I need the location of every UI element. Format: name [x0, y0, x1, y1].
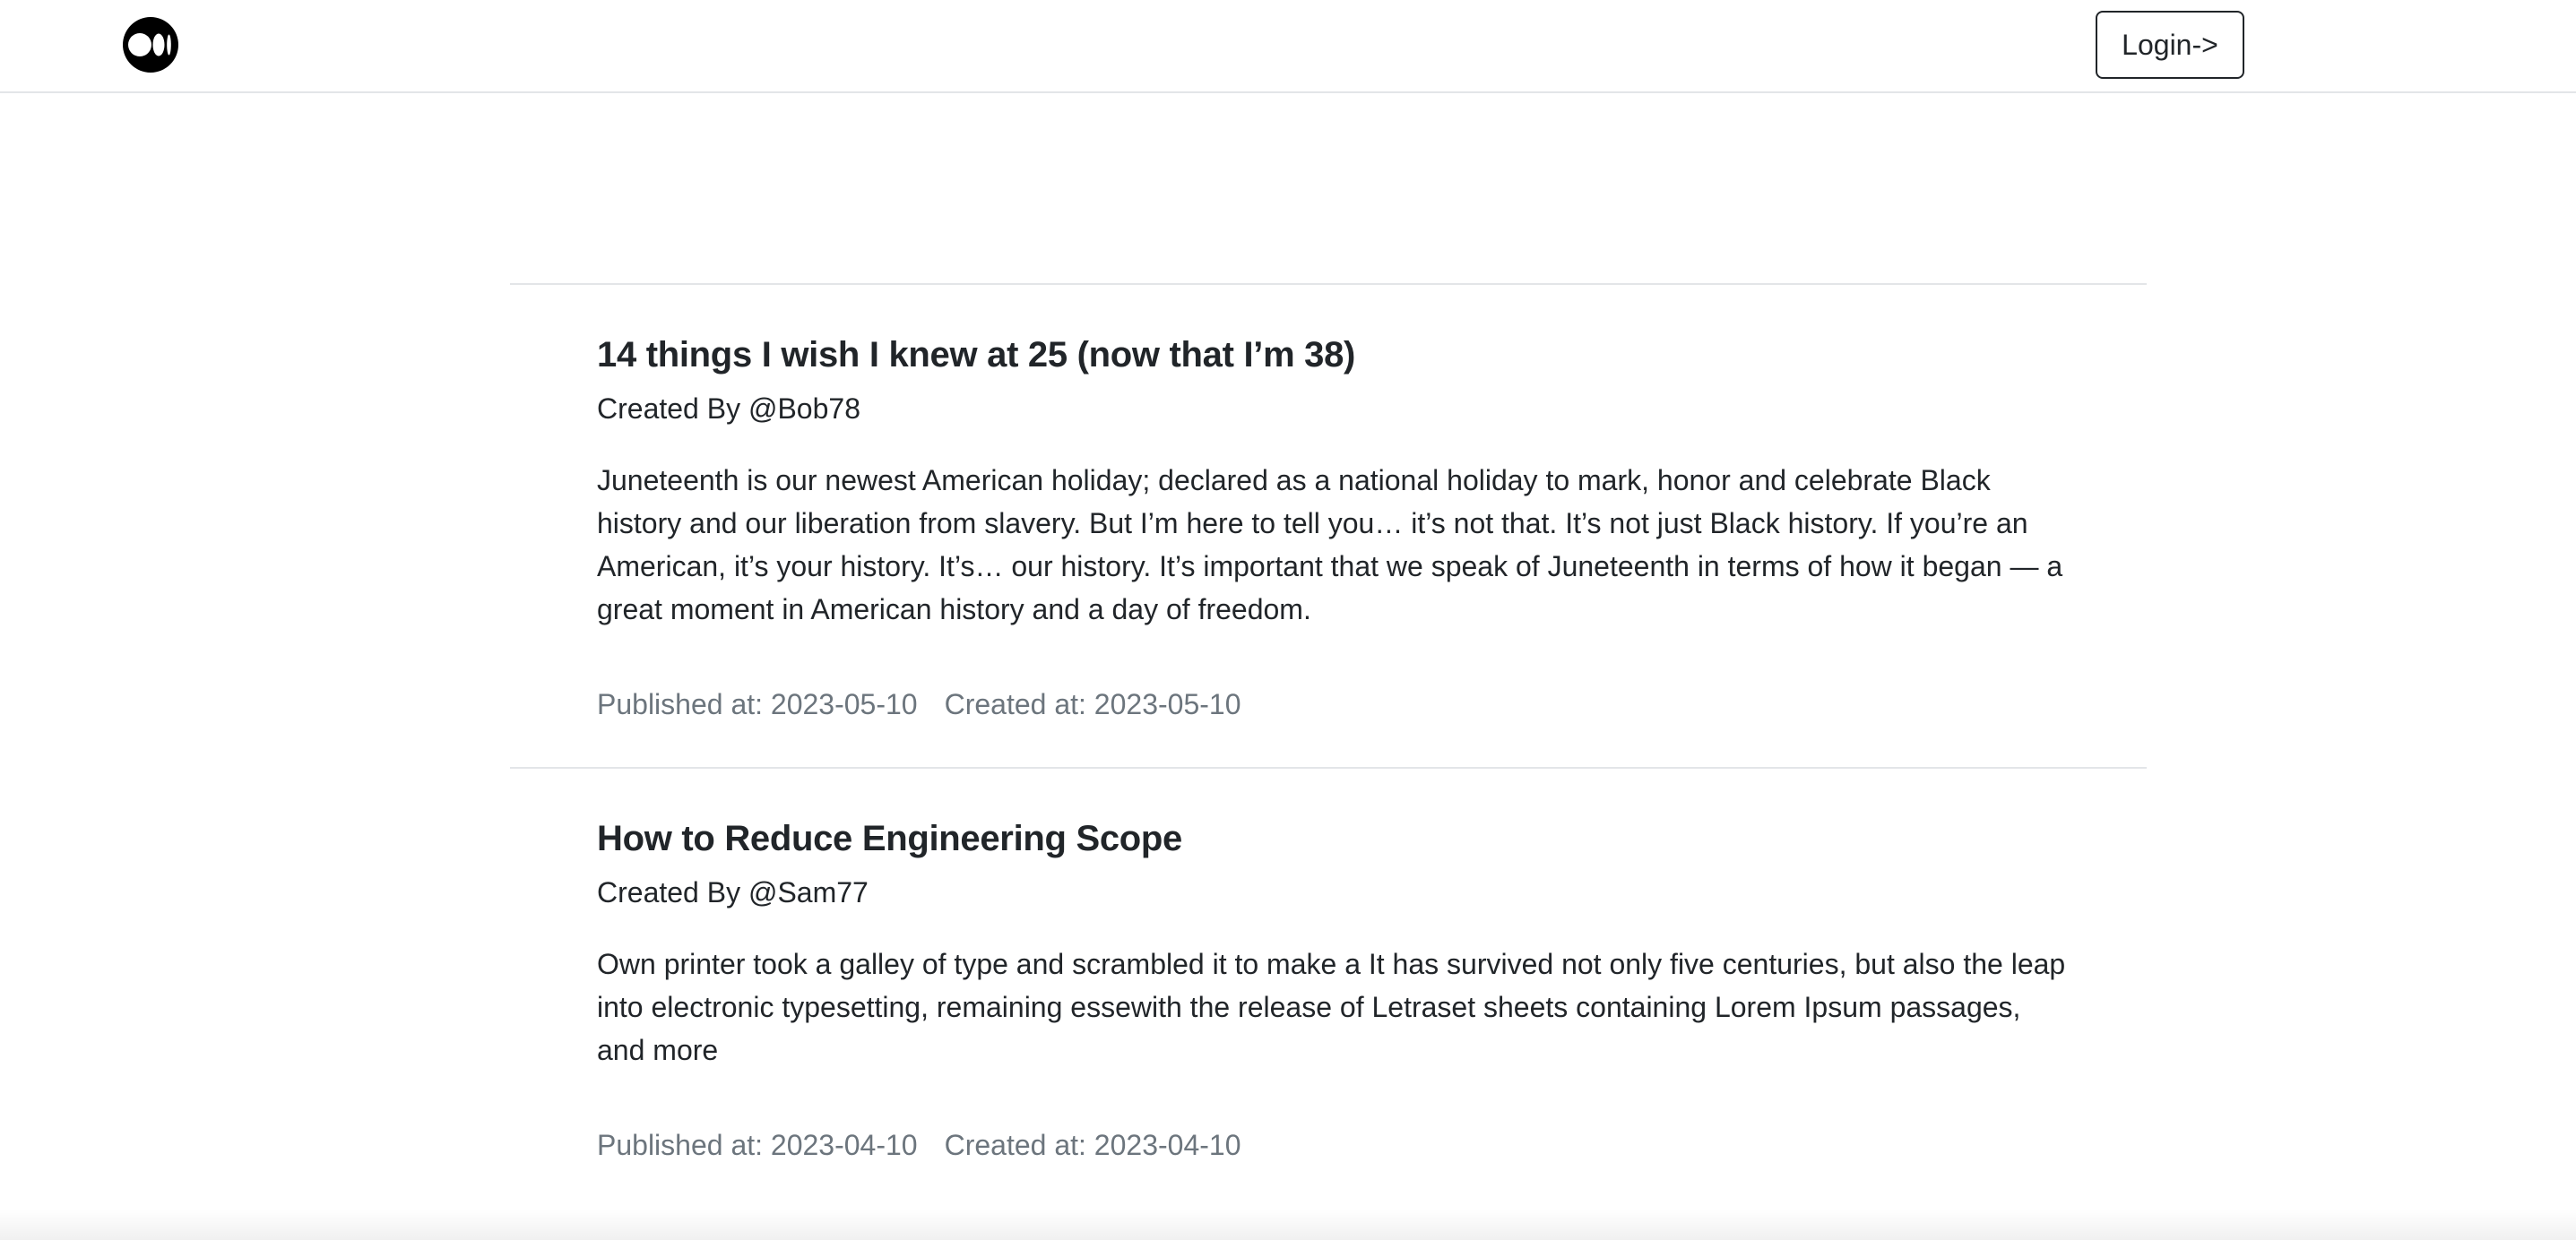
post-feed: 14 things I wish I knew at 25 (now that … [510, 283, 2147, 1208]
post-author: Created By @Sam77 [597, 876, 869, 908]
post-card[interactable]: How to Reduce Engineering Scope Created … [510, 769, 2147, 1208]
post-excerpt: Juneteenth is our newest American holida… [597, 464, 2063, 625]
post-excerpt: Own printer took a galley of type and sc… [597, 948, 2066, 1066]
published-date: Published at: 2023-04-10 [597, 1129, 918, 1161]
navbar: Login-> [0, 0, 2576, 93]
created-date: Created at: 2023-05-10 [944, 688, 1241, 720]
login-button[interactable]: Login-> [2096, 11, 2244, 79]
published-date: Published at: 2023-05-10 [597, 688, 918, 720]
post-author: Created By @Bob78 [597, 392, 860, 425]
post-meta: Published at: 2023-05-10 Created at: 2023… [597, 686, 2060, 767]
post-title[interactable]: 14 things I wish I knew at 25 (now that … [597, 285, 2060, 376]
post-meta: Published at: 2023-04-10 Created at: 2023… [597, 1127, 2060, 1208]
post-card[interactable]: 14 things I wish I knew at 25 (now that … [510, 285, 2147, 767]
post-title[interactable]: How to Reduce Engineering Scope [597, 769, 2060, 860]
viewport-bottom-shade [0, 1210, 2576, 1240]
medium-logo-icon[interactable] [123, 17, 178, 73]
created-date: Created at: 2023-04-10 [944, 1129, 1241, 1161]
page: Login-> 14 things I wish I knew at 25 (n… [0, 0, 2576, 1240]
